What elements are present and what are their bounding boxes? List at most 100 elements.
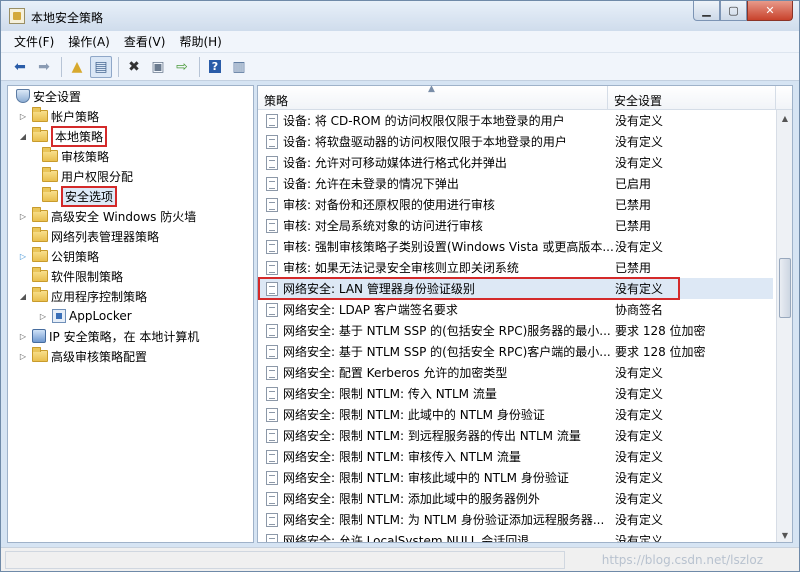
table-row[interactable]: 审核: 对备份和还原权限的使用进行审核 已禁用: [258, 194, 773, 215]
table-row[interactable]: 设备: 允许对可移动媒体进行格式化并弹出 没有定义: [258, 152, 773, 173]
properties-icon: ▣: [151, 58, 165, 75]
tree-item-advanced-audit[interactable]: ▷ 高级审核策略配置: [18, 346, 147, 366]
up-one-level-button[interactable]: ▲: [66, 56, 88, 78]
policy-document-icon: [266, 407, 278, 422]
policy-setting: 要求 128 位加密: [615, 324, 706, 338]
table-row[interactable]: 网络安全: 允许 LocalSystem NULL 会话回退 没有定义: [258, 530, 773, 542]
collapse-icon[interactable]: ◢: [18, 292, 28, 301]
policy-name: 网络安全: 限制 NTLM: 审核传入 NTLM 流量: [283, 450, 521, 464]
expand-icon[interactable]: ▷: [18, 112, 28, 121]
policy-name: 网络安全: 限制 NTLM: 为 NTLM 身份验证添加远程服务器...: [283, 513, 605, 527]
properties-button[interactable]: ▣: [147, 56, 169, 78]
column-header-setting[interactable]: 安全设置: [608, 86, 776, 110]
policy-name: 审核: 对备份和还原权限的使用进行审核: [283, 198, 495, 212]
table-row[interactable]: 设备: 将软盘驱动器的访问权限仅限于本地登录的用户 没有定义: [258, 131, 773, 152]
tree-item-ip-security[interactable]: ▷ IP 安全策略，在 本地计算机: [18, 326, 199, 346]
table-row[interactable]: 设备: 允许在未登录的情况下弹出 已启用: [258, 173, 773, 194]
tree-item-audit-policy[interactable]: 审核策略: [38, 146, 109, 166]
table-row[interactable]: 审核: 对全局系统对象的访问进行审核 已禁用: [258, 215, 773, 236]
tree-item-network-list-manager[interactable]: 网络列表管理器策略: [18, 226, 159, 246]
table-row[interactable]: 审核: 强制审核策略子类别设置(Windows Vista 或更高版本... 没有…: [258, 236, 773, 257]
tree-item-local-policies[interactable]: ◢ 本地策略: [18, 125, 108, 147]
maximize-icon: ▢: [728, 4, 739, 17]
status-segment: [5, 551, 565, 569]
title-bar[interactable]: 本地安全策略 ▁ ▢ ✕: [1, 1, 799, 31]
tree-item-label: 帐户策略: [51, 109, 100, 124]
table-row[interactable]: 网络安全: 限制 NTLM: 传入 NTLM 流量 没有定义: [258, 383, 773, 404]
vertical-scrollbar[interactable]: ▲ ▼: [776, 110, 792, 542]
help-button[interactable]: ?: [204, 56, 226, 78]
expand-icon[interactable]: ▷: [18, 212, 28, 221]
expand-icon[interactable]: ▷: [18, 332, 28, 341]
table-row[interactable]: 网络安全: 限制 NTLM: 添加此域中的服务器例外 没有定义: [258, 488, 773, 509]
tree-item-security-settings[interactable]: 安全设置: [12, 86, 81, 106]
policy-document-icon: [266, 260, 278, 275]
tree-item-windows-firewall[interactable]: ▷ 高级安全 Windows 防火墙: [18, 206, 196, 226]
policy-name: 网络安全: 限制 NTLM: 添加此域中的服务器例外: [283, 492, 540, 506]
window-title: 本地安全策略: [31, 11, 104, 25]
tree-item-software-restriction[interactable]: 软件限制策略: [18, 266, 123, 286]
table-row[interactable]: 审核: 如果无法记录安全审核则立即关闭系统 已禁用: [258, 257, 773, 278]
expand-icon[interactable]: ▷: [18, 352, 28, 361]
close-button[interactable]: ✕: [747, 1, 793, 21]
collapse-icon[interactable]: ◢: [18, 132, 28, 141]
table-row[interactable]: 设备: 将 CD-ROM 的访问权限仅限于本地登录的用户 没有定义: [258, 110, 773, 131]
tree-item-app-control[interactable]: ◢ 应用程序控制策略: [18, 286, 147, 306]
folder-icon: [32, 347, 48, 362]
table-row[interactable]: 网络安全: 配置 Kerberos 允许的加密类型 没有定义: [258, 362, 773, 383]
policy-name: 审核: 如果无法记录安全审核则立即关闭系统: [283, 261, 519, 275]
menu-view[interactable]: 查看(V): [117, 33, 173, 50]
show-hide-tree-button[interactable]: ▤: [90, 55, 112, 78]
export-list-button[interactable]: ⇨: [171, 56, 193, 78]
toolbar-separator: [61, 56, 62, 77]
table-row[interactable]: 网络安全: 限制 NTLM: 审核此域中的 NTLM 身份验证 没有定义: [258, 467, 773, 488]
column-header-policy[interactable]: ▲ 策略: [258, 86, 608, 110]
status-bar: https://blog.csdn.net/lszloz: [1, 547, 799, 571]
show-action-pane-button[interactable]: ▥: [228, 56, 250, 78]
delete-button[interactable]: ✖: [123, 56, 145, 78]
scroll-down-arrow[interactable]: ▼: [777, 527, 792, 542]
menu-file[interactable]: 文件(F): [7, 33, 61, 50]
menu-help[interactable]: 帮助(H): [172, 33, 228, 50]
policy-name: 网络安全: 限制 NTLM: 审核此域中的 NTLM 身份验证: [283, 471, 569, 485]
tree-item-public-key-policies[interactable]: ▷ 公钥策略: [18, 246, 99, 266]
tree-item-label: 审核策略: [61, 149, 110, 164]
tree-item-label: 高级安全 Windows 防火墙: [51, 209, 197, 224]
scroll-up-arrow[interactable]: ▲: [777, 110, 792, 126]
expand-icon[interactable]: ▷: [18, 252, 28, 261]
console-tree-icon: ▤: [94, 58, 108, 75]
tree-item-label: 公钥策略: [51, 249, 100, 264]
table-row[interactable]: 网络安全: 限制 NTLM: 到远程服务器的传出 NTLM 流量 没有定义: [258, 425, 773, 446]
table-row[interactable]: 网络安全: 限制 NTLM: 审核传入 NTLM 流量 没有定义: [258, 446, 773, 467]
policy-name: 网络安全: LDAP 客户端签名要求: [283, 303, 458, 317]
table-row[interactable]: 网络安全: LAN 管理器身份验证级别 没有定义: [258, 278, 773, 299]
table-row[interactable]: 网络安全: 限制 NTLM: 此域中的 NTLM 身份验证 没有定义: [258, 404, 773, 425]
tree-item-account-policies[interactable]: ▷ 帐户策略: [18, 106, 99, 126]
minimize-icon: ▁: [702, 4, 711, 17]
table-row[interactable]: 网络安全: LDAP 客户端签名要求 协商签名: [258, 299, 773, 320]
menu-action[interactable]: 操作(A): [61, 33, 117, 50]
help-question-icon: ?: [208, 60, 222, 73]
security-policy-icon: [9, 8, 25, 24]
tree-item-security-options[interactable]: 安全选项: [38, 185, 118, 207]
tree-item-label: 用户权限分配: [61, 169, 134, 184]
tree-item-user-rights[interactable]: 用户权限分配: [38, 166, 133, 186]
forward-button[interactable]: ➡: [33, 56, 55, 78]
maximize-button[interactable]: ▢: [720, 1, 747, 21]
expand-icon[interactable]: ▷: [38, 312, 48, 321]
policy-setting: 没有定义: [615, 156, 664, 170]
scroll-thumb[interactable]: [779, 258, 791, 318]
folder-open-icon: [32, 127, 48, 142]
policy-setting: 没有定义: [615, 366, 664, 380]
table-row[interactable]: 网络安全: 基于 NTLM SSP 的(包括安全 RPC)客户端的最小... 要求…: [258, 341, 773, 362]
table-row[interactable]: 网络安全: 限制 NTLM: 为 NTLM 身份验证添加远程服务器... 没有定义: [258, 509, 773, 530]
policy-document-icon: [266, 218, 278, 233]
policy-document-icon: [266, 533, 278, 542]
security-settings-icon: [16, 89, 30, 103]
back-button[interactable]: ⬅: [9, 56, 31, 78]
minimize-button[interactable]: ▁: [693, 1, 720, 21]
table-row[interactable]: 网络安全: 基于 NTLM SSP 的(包括安全 RPC)服务器的最小... 要求…: [258, 320, 773, 341]
tree-item-applocker[interactable]: ▷ AppLocker: [38, 306, 132, 326]
policy-document-icon: [266, 365, 278, 380]
policy-name: 网络安全: 限制 NTLM: 此域中的 NTLM 身份验证: [283, 408, 545, 422]
